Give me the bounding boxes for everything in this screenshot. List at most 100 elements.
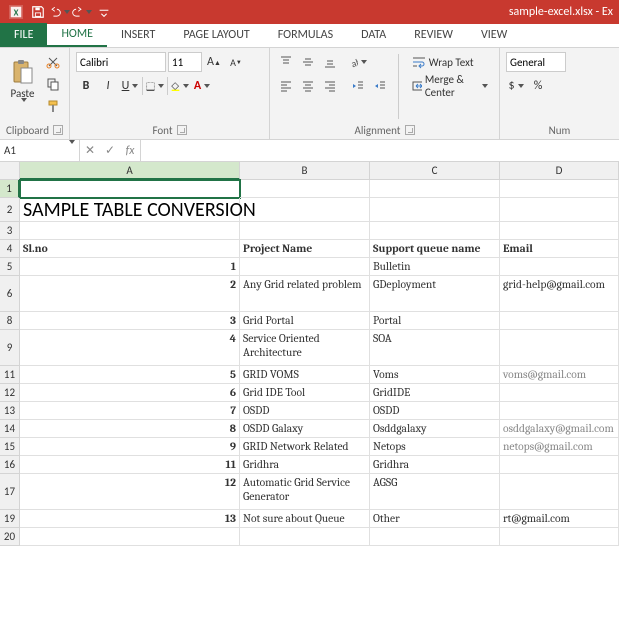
cell[interactable]	[240, 528, 370, 546]
cell[interactable]	[500, 312, 619, 330]
cell[interactable]	[500, 198, 619, 222]
cell[interactable]	[500, 258, 619, 276]
row-header[interactable]: 2	[0, 198, 20, 222]
cell[interactable]	[500, 180, 619, 198]
row-header[interactable]: 19	[0, 510, 20, 528]
cell[interactable]: Bulletin	[370, 258, 500, 276]
cell[interactable]: 4	[20, 330, 240, 366]
cell[interactable]: 13	[20, 510, 240, 528]
tab-file[interactable]: FILE	[0, 23, 47, 47]
qat-customize-icon[interactable]	[94, 2, 114, 22]
cell[interactable]	[370, 528, 500, 546]
cell[interactable]: osddgalaxy@gmail.com	[500, 420, 619, 438]
cell[interactable]: 3	[20, 312, 240, 330]
cell[interactable]: Email	[500, 240, 619, 258]
cell[interactable]	[500, 330, 619, 366]
cell[interactable]: 6	[20, 384, 240, 402]
orientation-button[interactable]: ab	[348, 52, 368, 72]
cell[interactable]: 12	[20, 474, 240, 510]
cut-button[interactable]	[43, 52, 63, 72]
row-header[interactable]: 12	[0, 384, 20, 402]
decrease-font-button[interactable]: A▼	[226, 52, 246, 72]
copy-button[interactable]	[43, 74, 63, 94]
merge-center-button[interactable]: Merge & Center	[407, 76, 493, 96]
align-bottom-button[interactable]	[320, 52, 340, 72]
fx-icon[interactable]: fx	[120, 141, 140, 161]
row-header[interactable]: 13	[0, 402, 20, 420]
row-header[interactable]: 8	[0, 312, 20, 330]
align-center-button[interactable]	[298, 76, 318, 96]
cell[interactable]: 7	[20, 402, 240, 420]
cell[interactable]: Grid Portal	[240, 312, 370, 330]
cell[interactable]: rt@gmail.com	[500, 510, 619, 528]
tab-view[interactable]: VIEW	[467, 23, 521, 47]
cell-A1[interactable]	[20, 180, 240, 198]
cell[interactable]: Portal	[370, 312, 500, 330]
tab-data[interactable]: DATA	[347, 23, 400, 47]
align-right-button[interactable]	[320, 76, 340, 96]
row-header[interactable]: 9	[0, 330, 20, 366]
col-header[interactable]: B	[240, 162, 370, 180]
row-header[interactable]: 4	[0, 240, 20, 258]
cell[interactable]: Service Oriented Architecture	[240, 330, 370, 366]
cell[interactable]	[500, 402, 619, 420]
enter-formula-icon[interactable]: ✓	[100, 141, 120, 161]
align-middle-button[interactable]	[298, 52, 318, 72]
name-box[interactable]: A1	[0, 140, 80, 161]
row-header[interactable]: 17	[0, 474, 20, 510]
row-header[interactable]: 3	[0, 222, 20, 240]
cell[interactable]: Other	[370, 510, 500, 528]
undo-icon[interactable]	[50, 2, 70, 22]
tab-formulas[interactable]: FORMULAS	[264, 23, 347, 47]
cell[interactable]	[500, 456, 619, 474]
percent-button[interactable]: %	[528, 76, 548, 96]
clipboard-launcher-icon[interactable]	[53, 125, 63, 135]
row-header[interactable]: 5	[0, 258, 20, 276]
cell[interactable]	[500, 474, 619, 510]
cell[interactable]: 8	[20, 420, 240, 438]
row-header[interactable]: 14	[0, 420, 20, 438]
cell[interactable]: Gridhra	[240, 456, 370, 474]
increase-indent-button[interactable]	[370, 76, 390, 96]
tab-insert[interactable]: INSERT	[107, 23, 169, 47]
cell[interactable]: GDeployment	[370, 276, 500, 312]
cell[interactable]: Automatic Grid Service Generator	[240, 474, 370, 510]
tab-home[interactable]: HOME	[47, 23, 107, 47]
cell[interactable]	[370, 222, 500, 240]
cell[interactable]: GRID Network Related	[240, 438, 370, 456]
cell[interactable]: 5	[20, 366, 240, 384]
borders-button[interactable]	[145, 76, 165, 96]
formula-input[interactable]	[141, 140, 619, 161]
cell[interactable]: Voms	[370, 366, 500, 384]
cell[interactable]	[20, 222, 240, 240]
col-header[interactable]: A	[20, 162, 240, 180]
cell[interactable]: GridIDE	[370, 384, 500, 402]
cell[interactable]: SAMPLE TABLE CONVERSION	[20, 198, 240, 222]
cell[interactable]	[500, 528, 619, 546]
cell[interactable]	[500, 384, 619, 402]
row-header[interactable]: 11	[0, 366, 20, 384]
cell[interactable]	[20, 528, 240, 546]
format-painter-button[interactable]	[43, 96, 63, 116]
row-header[interactable]: 16	[0, 456, 20, 474]
underline-button[interactable]: U	[120, 76, 140, 96]
bold-button[interactable]: B	[76, 76, 96, 96]
font-size-input[interactable]	[168, 52, 202, 72]
cell[interactable]: voms@gmail.com	[500, 366, 619, 384]
font-color-button[interactable]: A	[192, 76, 212, 96]
tab-review[interactable]: REVIEW	[400, 23, 467, 47]
col-header[interactable]: C	[370, 162, 500, 180]
font-name-input[interactable]	[76, 52, 166, 72]
cell[interactable]: Gridhra	[370, 456, 500, 474]
cell[interactable]: Netops	[370, 438, 500, 456]
number-format-select[interactable]	[506, 52, 566, 72]
cell[interactable]: grid-help@gmail.com	[500, 276, 619, 312]
cell[interactable]: 2	[20, 276, 240, 312]
align-top-button[interactable]	[276, 52, 296, 72]
cell[interactable]: 11	[20, 456, 240, 474]
italic-button[interactable]: I	[98, 76, 118, 96]
cell[interactable]: Project Name	[240, 240, 370, 258]
redo-icon[interactable]	[72, 2, 92, 22]
cell[interactable]	[240, 198, 370, 222]
cell[interactable]: OSDD Galaxy	[240, 420, 370, 438]
